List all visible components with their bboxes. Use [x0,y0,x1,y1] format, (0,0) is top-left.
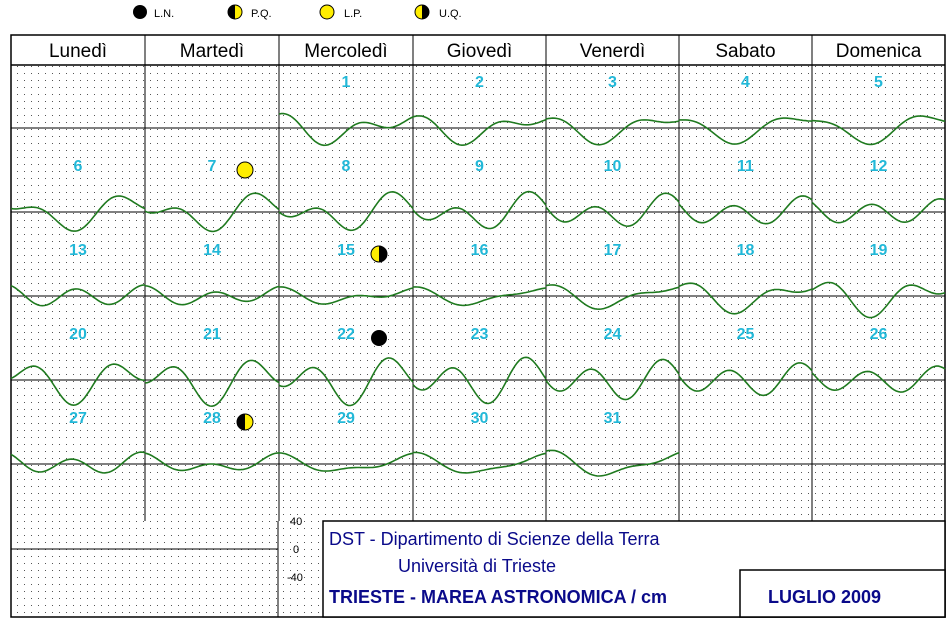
chart-title: TRIESTE - MAREA ASTRONOMICA / cm [329,587,667,607]
new-moon-icon [133,5,147,19]
full-moon-icon [236,161,254,179]
info-box: DST - Dipartimento di Scienze della Terr… [322,520,946,618]
day-number: 2 [475,74,484,91]
full-moon-icon [319,4,335,20]
month-label: LUGLIO 2009 [768,587,881,607]
day-number: 27 [69,410,87,427]
day-number: 19 [870,242,888,259]
first-quarter-dark-half [228,5,235,19]
day-number: 29 [337,410,355,427]
day-number: 16 [471,242,489,259]
y-tick-label-zero: 0 [293,544,299,556]
moon-legend: L.N. P.Q. L.P. U.Q. [133,4,462,20]
legend-item-full-moon: L.P. [319,4,362,20]
day-number: 12 [870,158,888,175]
day-number: 5 [874,74,883,91]
day-number: 1 [342,74,351,91]
day-number: 20 [69,326,87,343]
day-number: 28 [203,410,221,427]
day-number: 6 [74,158,83,175]
day-number: 21 [203,326,221,343]
day-number: 10 [604,158,622,175]
day-number: 11 [737,158,754,175]
day-number: 14 [203,242,221,259]
legend-item-last-quarter: U.Q. [414,4,462,20]
day-number: 13 [69,242,87,259]
day-number: 22 [337,326,355,343]
moon-phase-last-quarter [370,245,388,263]
day-number: 17 [604,242,622,259]
weekday-header: Martedì [180,41,244,62]
legend-label-new-moon: L.N. [154,8,174,20]
day-number: 15 [337,242,355,259]
y-tick-label-bottom: -40 [287,572,303,584]
day-number: 30 [471,410,489,427]
moon-phase-new [371,330,387,346]
moon-phase-first-quarter [236,413,254,431]
day-number: 23 [471,326,489,343]
legend-item-new-moon: L.N. [133,5,174,20]
weekday-header: Giovedì [447,41,512,62]
last-quarter-dark-half [422,5,429,19]
day-number: 4 [741,74,750,91]
institution-line: DST - Dipartimento di Scienze della Terr… [329,529,660,549]
weekday-header: Domenica [836,41,922,62]
day-number: 25 [737,326,755,343]
legend-label-last-quarter: U.Q. [439,8,462,20]
new-moon-icon [371,330,387,346]
weekday-header: Mercoledì [304,41,387,62]
day-number: 3 [608,74,617,91]
legend-label-first-quarter: P.Q. [251,8,272,20]
legend-label-full-moon: L.P. [344,8,362,20]
weekday-header: Lunedì [49,41,107,62]
y-tick-label-top: 40 [290,516,302,528]
day-number: 7 [208,158,217,175]
day-number: 8 [342,158,351,175]
day-number: 9 [475,158,484,175]
day-number: 31 [604,410,622,427]
day-number: 26 [870,326,888,343]
legend-item-first-quarter: P.Q. [227,4,272,20]
tide-calendar-chart: L.N. P.Q. L.P. U.Q. Lunedì Martedì Mercole… [10,4,946,618]
weekday-header: Venerdì [580,41,646,62]
moon-phase-full [236,161,254,179]
weekday-header: Sabato [715,41,775,62]
day-number: 18 [737,242,755,259]
day-number: 24 [604,326,622,343]
university-line: Università di Trieste [398,556,556,576]
